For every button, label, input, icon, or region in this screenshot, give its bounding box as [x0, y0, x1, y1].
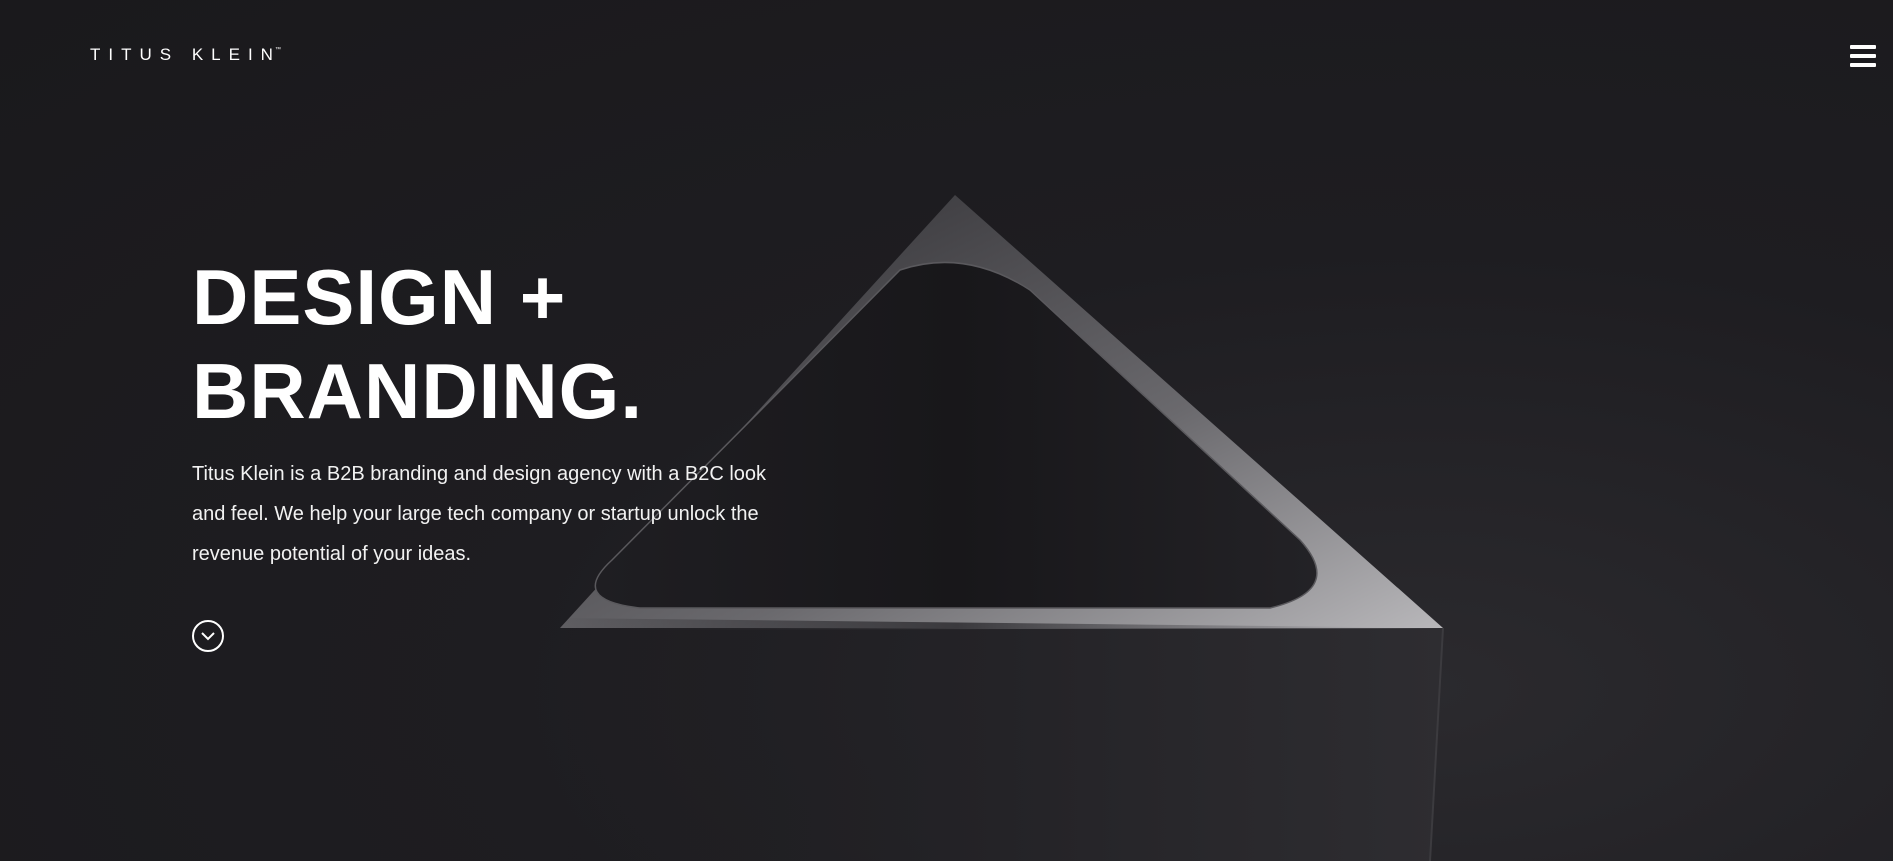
chevron-down-icon: [201, 632, 215, 641]
menu-bar: [1850, 63, 1876, 67]
menu-bar: [1850, 45, 1876, 49]
logo-trademark: ™: [274, 47, 281, 53]
headline-line-2: BRANDING.: [192, 347, 643, 435]
hero-headline: DESIGN + BRANDING.: [192, 250, 643, 438]
menu-bar: [1850, 54, 1876, 58]
headline-line-1: DESIGN +: [192, 253, 567, 341]
logo-text: TITUS KLEIN: [90, 45, 281, 64]
hero-description: Titus Klein is a B2B branding and design…: [192, 463, 767, 565]
hamburger-menu-icon[interactable]: [1850, 44, 1876, 68]
scroll-down-button[interactable]: [192, 620, 224, 652]
brand-logo[interactable]: TITUS KLEIN™: [90, 45, 287, 65]
